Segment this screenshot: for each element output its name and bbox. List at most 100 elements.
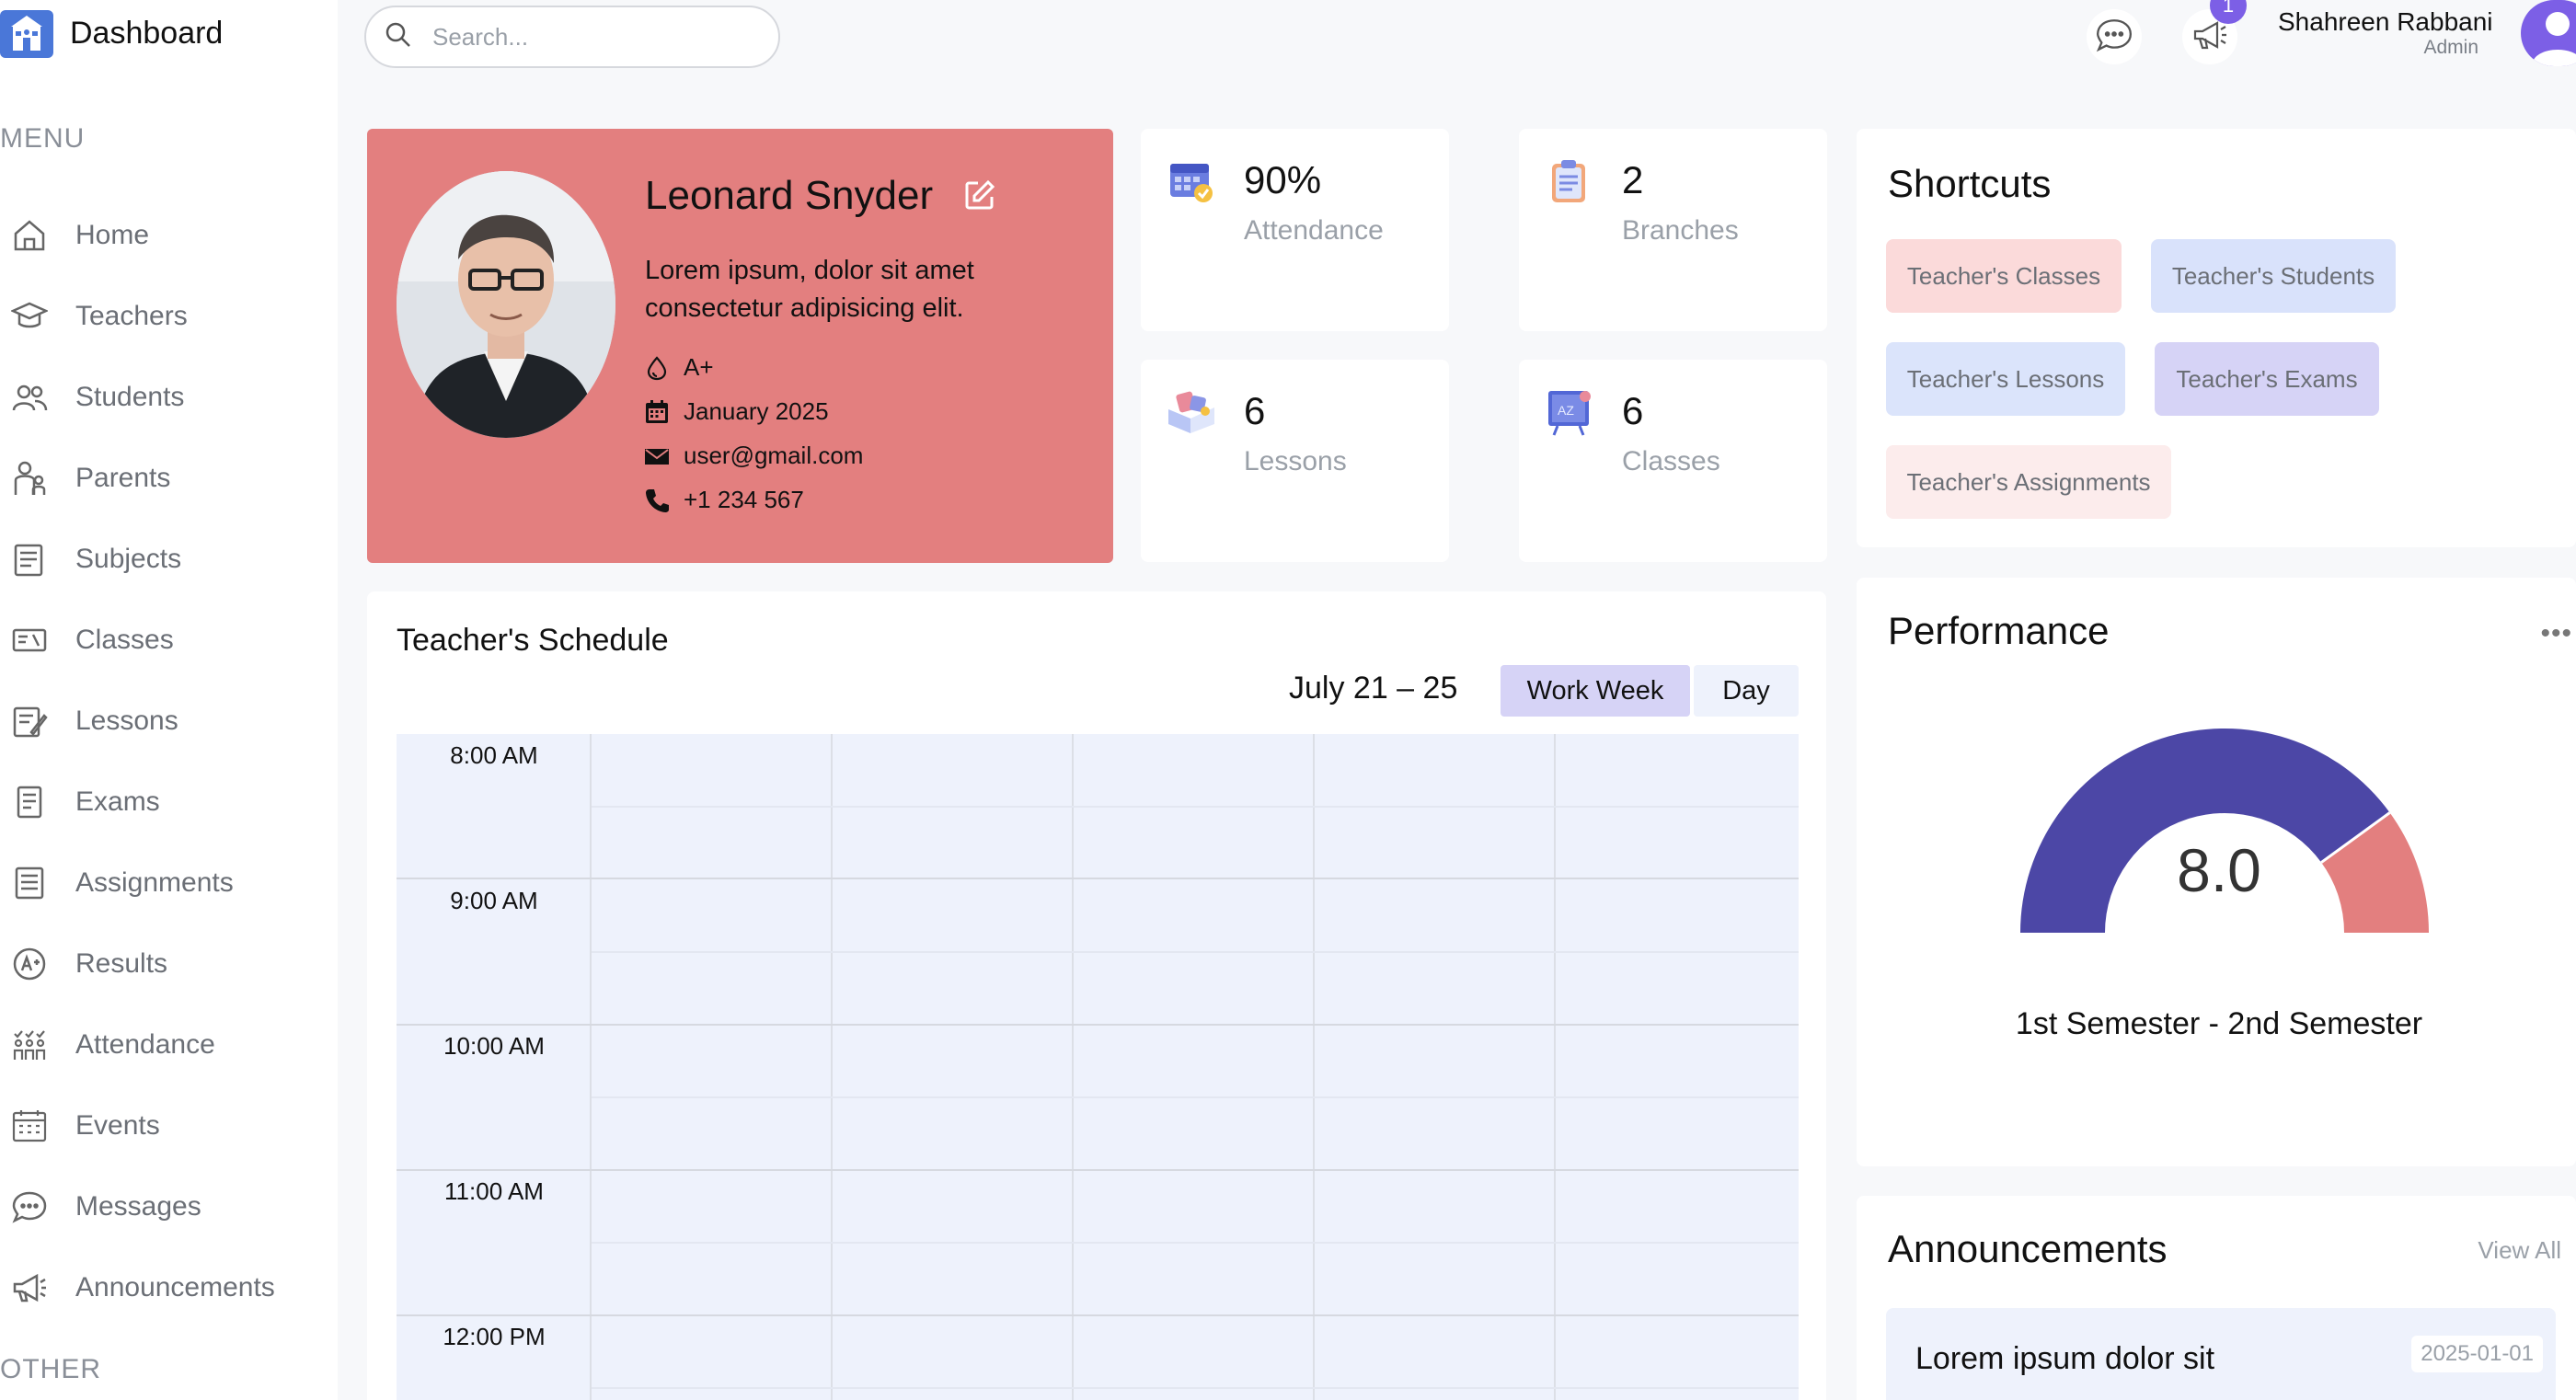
grid-hour-line	[397, 878, 1799, 879]
shortcut-teachers-exams[interactable]: Teacher's Exams	[2155, 342, 2379, 416]
time-label: 10:00 AM	[443, 1032, 545, 1060]
more-options-icon[interactable]: •••	[2540, 618, 2572, 649]
sidebar-item-label: Announcements	[75, 1272, 275, 1302]
shortcuts-panel: Shortcuts Teacher's Classes Teacher's St…	[1857, 129, 2576, 547]
profile-blood-type-text: A+	[684, 353, 714, 381]
sidebar-item-subjects[interactable]: Subjects	[9, 532, 322, 587]
announcements-button[interactable]: 1	[2182, 0, 2247, 64]
time-label: 11:00 AM	[444, 1177, 544, 1205]
stat-card-branches: 2 Branches	[1519, 129, 1827, 331]
announcement-item[interactable]: Lorem ipsum dolor sit 2025-01-01	[1886, 1308, 2556, 1400]
grid-hour-line	[397, 1314, 1799, 1316]
stat-label: Branches	[1622, 215, 1739, 246]
messages-icon	[9, 1187, 50, 1227]
subjects-icon	[9, 539, 50, 580]
teacher-icon	[9, 296, 50, 337]
lessons-book-icon	[1167, 387, 1216, 437]
grid-halfhour-line	[592, 951, 1799, 953]
profile-card: Leonard Snyder Lorem ipsum, dolor sit am…	[367, 129, 1113, 563]
sidebar-item-teachers[interactable]: Teachers	[9, 289, 322, 344]
stat-label: Classes	[1622, 446, 1720, 476]
svg-text:AZ: AZ	[1558, 403, 1574, 418]
profile-name: Leonard Snyder	[645, 173, 934, 218]
grid-halfhour-line	[592, 806, 1799, 808]
sidebar-item-assignments[interactable]: Assignments	[9, 855, 322, 911]
classes-icon	[9, 620, 50, 660]
sidebar-item-home[interactable]: Home	[9, 208, 322, 263]
sidebar-item-students[interactable]: Students	[9, 370, 322, 425]
schedule-date-range: July 21 – 25	[1289, 671, 1458, 706]
school-logo-icon	[0, 6, 53, 60]
shortcut-teachers-assignments[interactable]: Teacher's Assignments	[1886, 445, 2171, 519]
messages-button[interactable]	[2087, 9, 2142, 64]
shortcut-teachers-classes[interactable]: Teacher's Classes	[1886, 239, 2122, 313]
sidebar-item-label: Messages	[75, 1191, 201, 1222]
search-bar[interactable]	[364, 6, 780, 68]
announcement-date: 2025-01-01	[2411, 1336, 2543, 1372]
menu-section-title: MENU	[0, 123, 86, 154]
stat-card-lessons: 6 Lessons	[1141, 360, 1449, 562]
other-section-title: OTHER	[0, 1354, 101, 1384]
grid-divider	[1072, 734, 1074, 1400]
schedule-panel: Teacher's Schedule July 21 – 25 Work Wee…	[367, 591, 1826, 1400]
performance-gauge	[2020, 729, 2429, 933]
sidebar-item-lessons[interactable]: Lessons	[9, 694, 322, 749]
grid-divider	[1554, 734, 1556, 1400]
stat-card-classes: AZ 6 Classes	[1519, 360, 1827, 562]
search-input[interactable]	[432, 22, 764, 52]
sidebar-item-events[interactable]: Events	[9, 1098, 322, 1153]
grid-hour-line	[397, 1024, 1799, 1026]
view-day-button[interactable]: Day	[1694, 665, 1799, 717]
stat-card-attendance: 90% Attendance	[1141, 129, 1449, 331]
schedule-title: Teacher's Schedule	[397, 623, 669, 658]
announcements-panel: Announcements View All Lorem ipsum dolor…	[1857, 1196, 2576, 1400]
grid-divider	[1313, 734, 1315, 1400]
students-icon	[9, 377, 50, 418]
sidebar-item-parents[interactable]: Parents	[9, 451, 322, 506]
profile-date-text: January 2025	[684, 397, 829, 425]
sidebar-item-label: Lessons	[75, 706, 178, 736]
sidebar-item-label: Students	[75, 382, 185, 412]
schedule-grid[interactable]: 8:00 AM 9:00 AM 10:00 AM 11:00 AM 12:00 …	[397, 734, 1799, 1400]
brand[interactable]: Dashboard	[0, 6, 223, 61]
shortcut-teachers-students[interactable]: Teacher's Students	[2151, 239, 2396, 313]
stat-label: Attendance	[1244, 215, 1384, 246]
announcement-title: Lorem ipsum dolor sit	[1915, 1341, 2215, 1376]
sidebar-item-label: Exams	[75, 786, 160, 817]
sidebar-item-label: Teachers	[75, 301, 188, 331]
edit-profile-button[interactable]	[963, 178, 996, 216]
brand-title: Dashboard	[70, 15, 224, 51]
sidebar-item-exams[interactable]: Exams	[9, 775, 322, 830]
stat-label: Lessons	[1244, 446, 1347, 476]
announcements-title: Announcements	[1888, 1227, 2168, 1270]
results-icon	[9, 944, 50, 984]
profile-phone: +1 234 567	[643, 486, 804, 514]
sidebar-item-results[interactable]: Results	[9, 936, 322, 992]
sidebar-item-label: Assignments	[75, 867, 234, 898]
time-label: 9:00 AM	[450, 887, 538, 914]
user-role: Admin	[2423, 37, 2478, 58]
sidebar-item-classes[interactable]: Classes	[9, 613, 322, 668]
profile-email: user@gmail.com	[643, 442, 863, 470]
profile-email-text: user@gmail.com	[684, 442, 864, 469]
stat-value: 90%	[1244, 158, 1322, 201]
shortcut-teachers-lessons[interactable]: Teacher's Lessons	[1886, 342, 2125, 416]
sidebar-item-announcements[interactable]: Announcements	[9, 1260, 322, 1315]
parents-icon	[9, 458, 50, 499]
grid-divider	[590, 734, 592, 1400]
stat-value: 6	[1244, 389, 1266, 432]
profile-blood-type: A+	[643, 353, 714, 382]
sidebar-item-attendance[interactable]: Attendance	[9, 1017, 322, 1073]
sidebar-item-messages[interactable]: Messages	[9, 1179, 322, 1234]
view-work-week-button[interactable]: Work Week	[1501, 665, 1690, 717]
chat-bubble-icon	[2095, 16, 2133, 59]
sidebar-item-label: Attendance	[75, 1029, 215, 1060]
sidebar-item-label: Events	[75, 1110, 160, 1141]
avatar[interactable]	[2521, 0, 2576, 66]
assignments-icon	[9, 863, 50, 903]
profile-date: January 2025	[643, 397, 829, 426]
drop-icon	[643, 354, 671, 382]
lessons-icon	[9, 701, 50, 741]
view-all-link[interactable]: View All	[2478, 1236, 2561, 1265]
edit-icon	[963, 179, 996, 215]
